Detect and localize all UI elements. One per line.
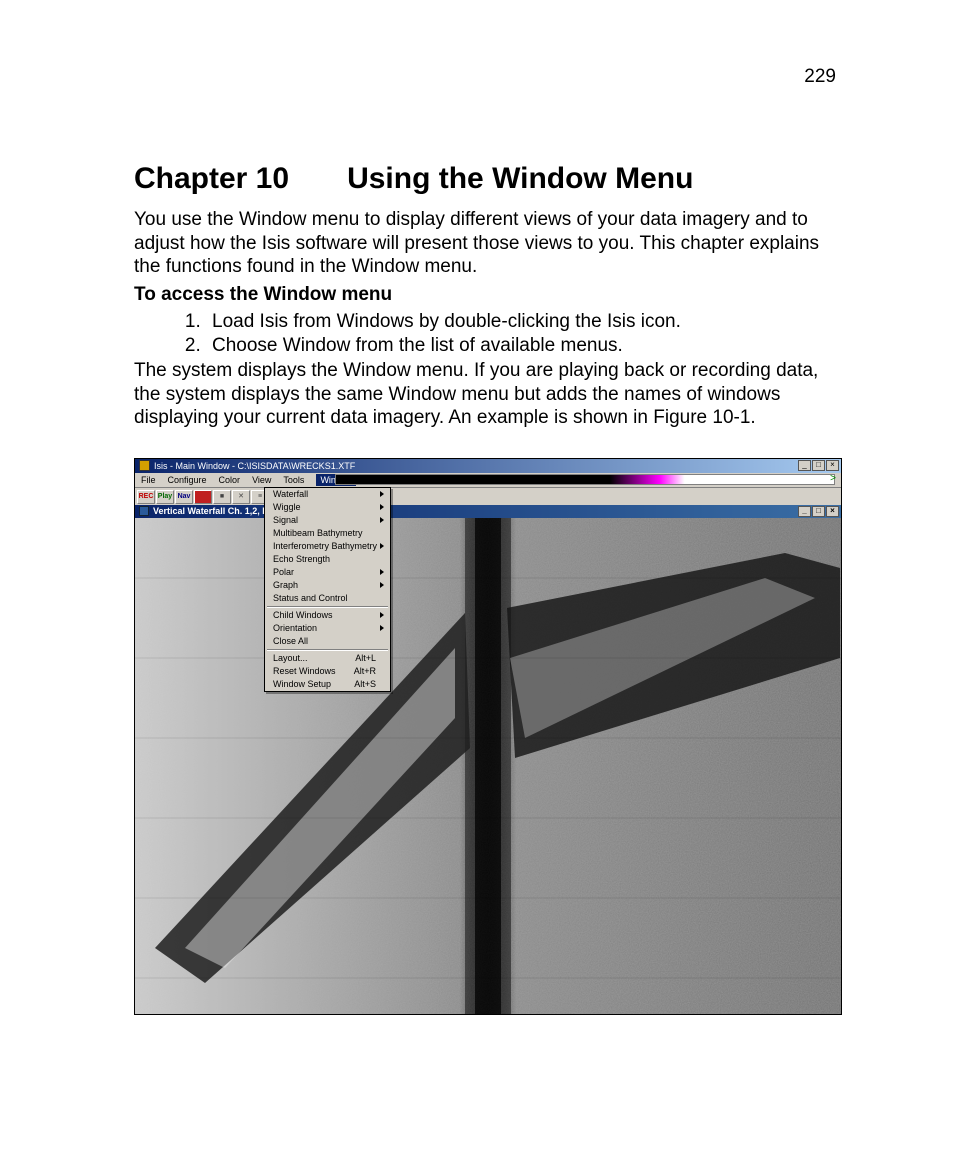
maximize-button[interactable]: □ — [812, 460, 825, 471]
post-steps-paragraph: The system displays the Window menu. If … — [134, 359, 840, 430]
menu-item-polar[interactable]: Polar — [265, 566, 390, 579]
chapter-heading: Chapter 10 Using the Window Menu — [134, 162, 840, 196]
menu-separator — [267, 606, 388, 608]
step-item: Choose Window from the list of available… — [206, 334, 840, 358]
menu-item-multibeam-bathymetry[interactable]: Multibeam Bathymetry — [265, 527, 390, 540]
menu-item-wiggle[interactable]: Wiggle — [265, 501, 390, 514]
menu-item-close-all[interactable]: Close All — [265, 635, 390, 648]
app-main-window: Isis - Main Window - C:\ISISDATA\WRECKS1… — [135, 459, 841, 1014]
menu-item-interferometry-bathymetry[interactable]: Interferometry Bathymetry — [265, 540, 390, 553]
menu-item-signal[interactable]: Signal — [265, 514, 390, 527]
child-window-icon — [139, 506, 149, 516]
menu-separator — [267, 649, 388, 651]
toolbar-save-icon[interactable]: ■ — [213, 490, 231, 504]
menu-configure[interactable]: Configure — [168, 475, 207, 485]
menu-item-shortcut: Alt+L — [355, 653, 376, 664]
close-button[interactable]: × — [826, 460, 839, 471]
toolbar-record-icon[interactable] — [194, 490, 212, 504]
subheading: To access the Window menu — [134, 283, 840, 307]
menu-item-layout[interactable]: Layout... Alt+L — [265, 652, 390, 665]
toolbar-nav-button[interactable]: Nav — [175, 490, 193, 504]
step-item: Load Isis from Windows by double-clickin… — [206, 310, 840, 334]
menubar: File Configure Color View Tools Window H… — [135, 473, 841, 488]
menu-file[interactable]: File — [141, 475, 156, 485]
window-menu-dropdown: Waterfall Wiggle Signal Multibeam Bathym… — [264, 487, 391, 692]
menu-item-shortcut: Alt+S — [354, 679, 376, 690]
menu-item-window-setup[interactable]: Window Setup Alt+S — [265, 678, 390, 691]
menu-view[interactable]: View — [252, 475, 271, 485]
menu-color[interactable]: Color — [219, 475, 241, 485]
menu-item-label: Layout... — [273, 653, 308, 663]
child-minimize-button[interactable]: _ — [798, 506, 811, 517]
figure-screenshot: Isis - Main Window - C:\ISISDATA\WRECKS1… — [134, 458, 842, 1015]
menu-item-graph[interactable]: Graph — [265, 579, 390, 592]
menu-item-reset-windows[interactable]: Reset Windows Alt+R — [265, 665, 390, 678]
child-titlebar: Vertical Waterfall Ch. 1,2, Freq _ □ × — [135, 505, 841, 518]
menu-item-label: Reset Windows — [273, 666, 336, 676]
app-icon — [139, 460, 150, 471]
menu-item-orientation[interactable]: Orientation — [265, 622, 390, 635]
main-title-text: Isis - Main Window - C:\ISISDATA\WRECKS1… — [154, 461, 355, 471]
minimize-button[interactable]: _ — [798, 460, 811, 471]
menu-item-shortcut: Alt+R — [354, 666, 376, 677]
chapter-number: Chapter 10 — [134, 162, 289, 195]
menu-item-echo-strength[interactable]: Echo Strength — [265, 553, 390, 566]
sonar-image — [135, 518, 841, 1014]
menu-item-child-windows[interactable]: Child Windows — [265, 609, 390, 622]
child-title-text: Vertical Waterfall Ch. 1,2, Freq — [153, 506, 282, 516]
chapter-name: Using the Window Menu — [347, 162, 693, 195]
menu-item-label: Window Setup — [273, 679, 331, 689]
child-window-controls: _ □ × — [797, 506, 839, 517]
toolbar-cut-icon[interactable]: ✕ — [232, 490, 250, 504]
toolbar-play-button[interactable]: Play — [156, 490, 174, 504]
child-window: Vertical Waterfall Ch. 1,2, Freq _ □ × — [135, 505, 841, 1014]
child-close-button[interactable]: × — [826, 506, 839, 517]
main-titlebar: Isis - Main Window - C:\ISISDATA\WRECKS1… — [135, 459, 841, 473]
page-number: 229 — [804, 66, 836, 88]
menu-item-status-control[interactable]: Status and Control — [265, 592, 390, 605]
color-palette-strip[interactable] — [335, 474, 835, 485]
menu-item-waterfall[interactable]: Waterfall — [265, 488, 390, 501]
steps-list: Load Isis from Windows by double-clickin… — [134, 310, 840, 357]
menu-tools[interactable]: Tools — [283, 475, 304, 485]
window-controls: _ □ × — [797, 460, 839, 471]
intro-paragraph: You use the Window menu to display diffe… — [134, 208, 840, 279]
child-maximize-button[interactable]: □ — [812, 506, 825, 517]
toolbar-rec-button[interactable]: REC — [137, 490, 155, 504]
